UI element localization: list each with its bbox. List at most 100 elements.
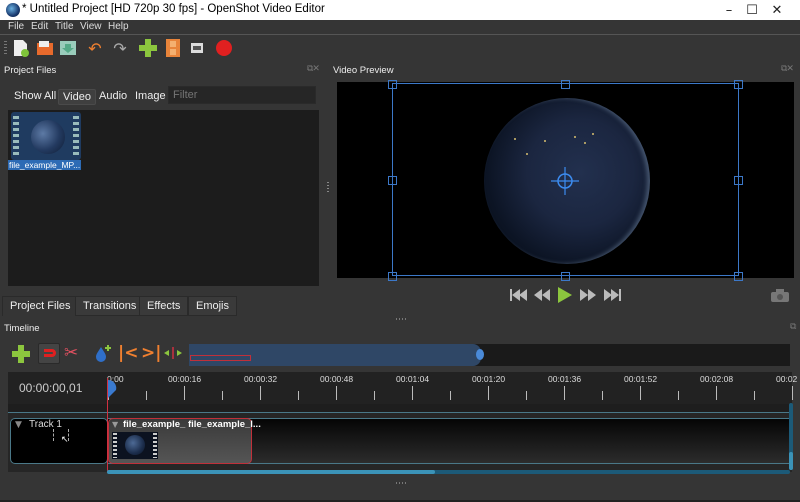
ruler-minor-tick bbox=[450, 391, 451, 400]
transform-handle[interactable] bbox=[388, 176, 397, 185]
ruler-major-tick bbox=[184, 386, 185, 400]
redo-icon[interactable]: ↷ bbox=[111, 39, 129, 58]
ruler-major-tick bbox=[716, 386, 717, 400]
jump-end-icon[interactable] bbox=[604, 289, 622, 301]
new-project-icon[interactable] bbox=[12, 39, 30, 57]
razor-scissors-icon[interactable]: ✂ bbox=[64, 343, 78, 363]
ruler-minor-tick bbox=[298, 391, 299, 400]
filter-image[interactable]: Image bbox=[131, 89, 170, 103]
ruler-label: 00:01:04 bbox=[396, 374, 430, 384]
center-playhead-icon[interactable] bbox=[164, 347, 182, 359]
project-files-title: Project Files bbox=[4, 65, 57, 76]
ruler-label: 00:01:20 bbox=[472, 374, 506, 384]
save-project-icon[interactable] bbox=[59, 39, 77, 57]
ruler-label: 00:02:08 bbox=[700, 374, 734, 384]
close-button[interactable]: ✕ bbox=[754, 0, 800, 20]
add-track-icon[interactable] bbox=[12, 345, 30, 363]
mouse-cursor-icon: ↖ bbox=[61, 435, 69, 445]
clip-title: file_example_ file_example_l... bbox=[123, 419, 261, 430]
video-preview-title: Video Preview bbox=[333, 65, 394, 76]
playhead-marker-icon[interactable] bbox=[107, 380, 117, 398]
timeline-title: Timeline bbox=[4, 323, 40, 334]
project-files-dock-buttons[interactable]: ⧉✕ bbox=[307, 64, 320, 74]
timeline-clip[interactable]: ▼ file_example_ file_example_l... bbox=[108, 418, 261, 464]
window-title: * Untitled Project [HD 720p 30 fps] - Op… bbox=[22, 3, 325, 15]
ruler-minor-tick bbox=[678, 391, 679, 400]
toolbar-grip[interactable] bbox=[4, 41, 7, 56]
ruler-major-tick bbox=[260, 386, 261, 400]
menu-edit[interactable]: Edit bbox=[31, 21, 48, 32]
zoom-preview-clip bbox=[190, 355, 251, 361]
app-logo-icon bbox=[6, 3, 20, 17]
open-project-icon[interactable] bbox=[36, 39, 54, 57]
film-perforation bbox=[73, 116, 79, 156]
transform-handle[interactable] bbox=[561, 80, 570, 89]
fullscreen-icon[interactable] bbox=[188, 39, 206, 57]
profile-icon[interactable] bbox=[164, 39, 182, 57]
ruler-label: 00:00:16 bbox=[168, 374, 202, 384]
magnet-icon bbox=[44, 349, 56, 357]
filter-input[interactable] bbox=[168, 86, 316, 104]
playhead-line[interactable] bbox=[107, 378, 108, 473]
track-header[interactable]: ▼ Track 1 ↖ bbox=[10, 418, 108, 464]
project-files-list[interactable]: file_example_MP... bbox=[8, 110, 319, 286]
tab-project-files[interactable]: Project Files bbox=[2, 296, 79, 316]
splitter-handle[interactable] bbox=[327, 182, 329, 194]
tab-effects[interactable]: Effects bbox=[139, 296, 189, 316]
crosshair-icon[interactable] bbox=[551, 167, 579, 195]
menu-help[interactable]: Help bbox=[108, 21, 129, 32]
play-icon[interactable] bbox=[557, 286, 573, 304]
ruler-label: 00:01:36 bbox=[548, 374, 582, 384]
tab-transitions[interactable]: Transitions bbox=[75, 296, 145, 316]
menu-bar: File Edit Title View Help bbox=[0, 20, 800, 35]
undo-icon[interactable]: ↶ bbox=[86, 39, 104, 58]
earth-clip-thumbnail bbox=[125, 435, 145, 455]
ruler-label: 00:00:48 bbox=[320, 374, 354, 384]
next-marker-icon[interactable]: >| bbox=[141, 343, 161, 363]
menu-title[interactable]: Title bbox=[55, 21, 74, 32]
splitter-handle[interactable] bbox=[396, 318, 408, 320]
snapping-toggle[interactable] bbox=[38, 343, 60, 364]
ruler-major-tick bbox=[792, 386, 793, 400]
ruler-label: 00:00:32 bbox=[244, 374, 278, 384]
file-item[interactable]: file_example_MP... bbox=[8, 110, 88, 174]
menu-view[interactable]: View bbox=[80, 21, 102, 32]
vertical-scrollbar-thumb[interactable] bbox=[789, 452, 793, 470]
filter-show-all[interactable]: Show All bbox=[10, 89, 60, 103]
ruler-major-tick bbox=[336, 386, 337, 400]
track-row-top bbox=[8, 404, 792, 413]
splitter-handle[interactable] bbox=[396, 482, 408, 484]
horizontal-scrollbar-thumb[interactable] bbox=[107, 470, 435, 474]
ruler-label: 00:02 bbox=[776, 374, 798, 384]
export-video-icon[interactable] bbox=[215, 39, 233, 57]
fast-forward-icon[interactable] bbox=[580, 289, 596, 301]
ruler-major-tick bbox=[564, 386, 565, 400]
menu-file[interactable]: File bbox=[8, 21, 24, 32]
previous-marker-icon[interactable]: |< bbox=[118, 343, 138, 363]
tab-emojis[interactable]: Emojis bbox=[188, 296, 238, 316]
filter-audio[interactable]: Audio bbox=[95, 89, 131, 103]
ruler-major-tick bbox=[412, 386, 413, 400]
add-marker-icon[interactable] bbox=[94, 345, 112, 363]
import-files-icon[interactable] bbox=[139, 39, 157, 57]
ruler-label: 00:01:52 bbox=[624, 374, 658, 384]
video-preview-dock-buttons[interactable]: ⧉✕ bbox=[781, 64, 794, 74]
ruler-major-tick bbox=[640, 386, 641, 400]
rewind-icon[interactable] bbox=[534, 289, 550, 301]
transform-handle[interactable] bbox=[734, 80, 743, 89]
transform-handle[interactable] bbox=[388, 80, 397, 89]
zoom-slider-handle[interactable] bbox=[476, 349, 484, 360]
transform-handle[interactable] bbox=[561, 272, 570, 281]
camera-snapshot-icon[interactable] bbox=[771, 289, 789, 302]
ruler-major-tick bbox=[488, 386, 489, 400]
filter-video[interactable]: Video bbox=[58, 89, 96, 105]
ruler-minor-tick bbox=[146, 391, 147, 400]
clip-menu-icon[interactable]: ▼ bbox=[112, 420, 118, 429]
transform-handle[interactable] bbox=[734, 272, 743, 281]
jump-start-icon[interactable] bbox=[510, 289, 528, 301]
title-bar: * Untitled Project [HD 720p 30 fps] - Op… bbox=[0, 0, 800, 20]
collapse-track-icon[interactable]: ▼ bbox=[15, 420, 22, 430]
transform-handle[interactable] bbox=[388, 272, 397, 281]
transform-handle[interactable] bbox=[734, 176, 743, 185]
timeline-dock-buttons[interactable]: ⧉ bbox=[790, 322, 797, 332]
